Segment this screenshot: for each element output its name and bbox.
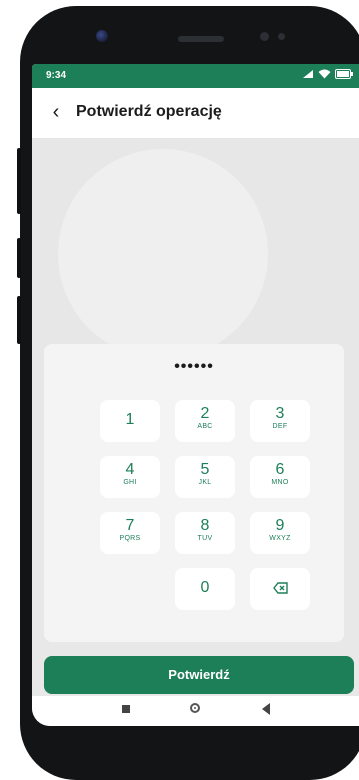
- page-title: Potwierdź operację: [76, 103, 222, 120]
- key-0[interactable]: 0: [175, 568, 235, 610]
- chevron-left-icon[interactable]: ‹: [46, 102, 66, 122]
- front-camera-icon: [96, 30, 108, 42]
- backspace-key[interactable]: [250, 568, 310, 610]
- status-time: 9:34: [46, 70, 67, 81]
- key-8[interactable]: 8 TUV: [175, 512, 235, 554]
- android-nav-bar: [32, 696, 359, 726]
- app-bar: ‹ Potwierdź operację: [32, 88, 359, 139]
- side-button: [17, 238, 21, 278]
- signal-icon: [303, 70, 313, 78]
- sensor-icon: [278, 33, 285, 40]
- key-4[interactable]: 4 GHI: [100, 456, 160, 498]
- key-7[interactable]: 7 PQRS: [100, 512, 160, 554]
- wifi-icon: [318, 69, 331, 79]
- key-6[interactable]: 6 MNO: [250, 456, 310, 498]
- key-3[interactable]: 3 DEF: [250, 400, 310, 442]
- key-9[interactable]: 9 WXYZ: [250, 512, 310, 554]
- status-bar: 9:34: [32, 64, 359, 88]
- side-button: [17, 296, 21, 344]
- confirm-button[interactable]: Potwierdź: [44, 656, 354, 694]
- backspace-icon: [273, 582, 288, 594]
- phone-screen: 9:34 ‹ Potwierdź operację •••••• 1 2 ABC…: [32, 64, 359, 726]
- home-icon[interactable]: [190, 703, 200, 713]
- earpiece-speaker: [178, 36, 224, 42]
- key-5[interactable]: 5 JKL: [175, 456, 235, 498]
- nav-back-icon[interactable]: [262, 703, 270, 715]
- recent-apps-icon[interactable]: [122, 705, 130, 713]
- status-icons: [302, 69, 353, 79]
- side-button: [17, 148, 21, 214]
- background-decoration: [58, 149, 268, 359]
- key-2[interactable]: 2 ABC: [175, 400, 235, 442]
- keypad-card: •••••• 1 2 ABC 3 DEF 4 GHI 5 JKL 6 MNO 7: [44, 344, 344, 642]
- battery-icon: [335, 69, 353, 79]
- key-1[interactable]: 1: [100, 400, 160, 442]
- sensor-icon: [260, 32, 269, 41]
- pin-display: ••••••: [174, 358, 214, 375]
